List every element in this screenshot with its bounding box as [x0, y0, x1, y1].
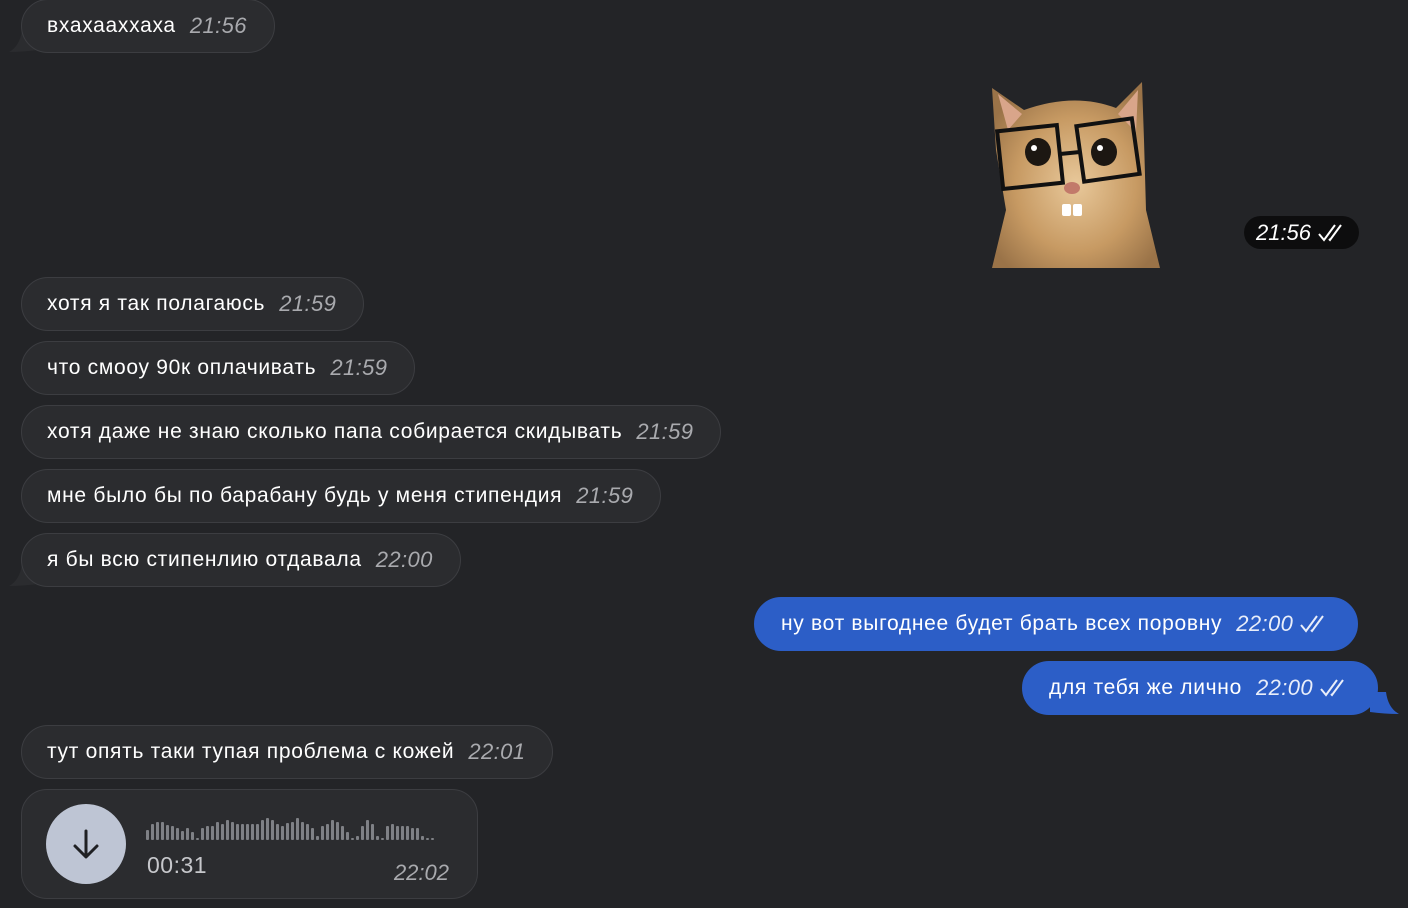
waveform-bar	[206, 826, 209, 840]
waveform-bar	[321, 826, 324, 840]
message-time: 22:00	[1236, 611, 1294, 636]
message-time: 21:59	[279, 291, 337, 316]
message-time: 22:00	[375, 547, 433, 572]
waveform-bar	[356, 836, 359, 840]
message-incoming[interactable]: хотя я так полагаюсь 21:59	[21, 277, 365, 331]
waveform-bar	[211, 826, 214, 840]
waveform-bar	[196, 838, 199, 840]
waveform-bar	[351, 838, 354, 840]
message-outgoing[interactable]: ну вот выгоднее будет брать всех поровну…	[754, 597, 1359, 651]
waveform-bar	[401, 826, 404, 840]
message-text: вхахааххаха	[47, 14, 176, 37]
waveform-bar	[361, 826, 364, 840]
message-incoming[interactable]: мне было бы по барабану будь у меня стип…	[21, 469, 662, 523]
message-incoming[interactable]: тут опять таки тупая проблема с кожей 22…	[21, 725, 554, 779]
waveform-bar	[246, 824, 249, 840]
message-text: мне было бы по барабану будь у меня стип…	[47, 484, 563, 507]
waveform-bar	[146, 830, 149, 840]
waveform-bar	[416, 828, 419, 840]
waveform-bar	[376, 836, 379, 840]
message-text: что смооу 90к оплачивать	[47, 356, 317, 379]
waveform-bar	[286, 823, 289, 840]
message-text: хотя я так полагаюсь	[47, 292, 266, 315]
double-check-icon	[1318, 223, 1342, 242]
waveform-bar	[266, 818, 269, 840]
message-incoming[interactable]: хотя даже не знаю сколько папа собираетс…	[21, 405, 722, 459]
waveform-bar	[241, 824, 244, 840]
waveform-bar	[191, 832, 194, 840]
message-time: 22:01	[468, 739, 526, 764]
waveform-bar	[391, 824, 394, 840]
waveform-bar	[161, 822, 164, 840]
waveform-bar	[281, 826, 284, 840]
waveform-bar	[426, 838, 429, 840]
voice-message[interactable]: 00:31 22:02	[21, 789, 478, 899]
message-time: 21:59	[576, 483, 634, 508]
message-outgoing[interactable]: для тебя же лично 22:00	[1022, 661, 1379, 715]
waveform-bar	[431, 838, 434, 840]
waveform-bar	[371, 824, 374, 840]
waveform-bar	[171, 826, 174, 840]
waveform-bar	[296, 818, 299, 840]
waveform-bar	[406, 826, 409, 840]
message-time: 21:59	[330, 355, 388, 380]
double-check-icon	[1320, 679, 1344, 697]
waveform-bar	[276, 824, 279, 840]
waveform-bar	[331, 820, 334, 840]
waveform-bar	[221, 824, 224, 840]
waveform-bar	[181, 831, 184, 840]
waveform-bar	[381, 838, 384, 840]
download-arrow-icon	[73, 829, 99, 859]
waveform-bar	[156, 822, 159, 840]
waveform-bar	[231, 822, 234, 840]
waveform-bar	[256, 824, 259, 840]
waveform-bar	[186, 828, 189, 840]
waveform-bar	[261, 820, 264, 840]
waveform-bar	[291, 822, 294, 840]
waveform-bar	[346, 832, 349, 840]
waveform-bar	[166, 825, 169, 840]
waveform-bar	[396, 826, 399, 840]
message-incoming[interactable]: я бы всю стипенлию отдавала 22:00	[21, 533, 461, 587]
waveform-bar	[366, 820, 369, 840]
waveform-bar	[236, 824, 239, 840]
voice-time: 22:02	[393, 860, 449, 885]
waveform-bar	[151, 824, 154, 840]
waveform-bar	[386, 826, 389, 840]
cat-with-glasses-sticker[interactable]	[986, 80, 1162, 268]
message-text: для тебя же лично	[1049, 676, 1242, 699]
sticker-time: 21:56	[1255, 219, 1312, 245]
waveform-bar	[226, 820, 229, 840]
double-check-icon	[1300, 615, 1325, 633]
message-incoming[interactable]: что смооу 90к оплачивать 21:59	[21, 341, 416, 395]
voice-duration: 00:31	[147, 852, 208, 878]
waveform-bar	[311, 828, 314, 840]
message-text: я бы всю стипенлию отдавала	[47, 548, 362, 571]
message-time: 21:59	[636, 419, 694, 444]
waveform-bar	[421, 836, 424, 840]
message-time: 22:00	[1255, 675, 1314, 700]
waveform-bar	[216, 822, 219, 840]
waveform-bar	[326, 824, 329, 840]
waveform-bar	[271, 820, 274, 840]
waveform-bar	[301, 822, 304, 840]
message-text: тут опять таки тупая проблема с кожей	[47, 740, 455, 763]
sticker-time-badge: 21:56	[1244, 216, 1359, 249]
message-text: ну вот выгоднее будет брать всех поровну	[781, 612, 1223, 635]
waveform-bar	[251, 824, 254, 840]
message-text: хотя даже не знаю сколько папа собираетс…	[47, 420, 623, 443]
voice-waveform[interactable]	[146, 816, 446, 840]
waveform-bar	[336, 822, 339, 840]
waveform-bar	[176, 828, 179, 840]
message-incoming[interactable]: вхахааххаха 21:56	[21, 0, 275, 53]
message-time: 21:56	[189, 13, 247, 38]
waveform-bar	[411, 828, 414, 840]
download-button[interactable]	[46, 804, 126, 884]
waveform-bar	[306, 824, 309, 840]
waveform-bar	[201, 828, 204, 840]
waveform-bar	[316, 836, 319, 840]
waveform-bar	[341, 826, 344, 840]
